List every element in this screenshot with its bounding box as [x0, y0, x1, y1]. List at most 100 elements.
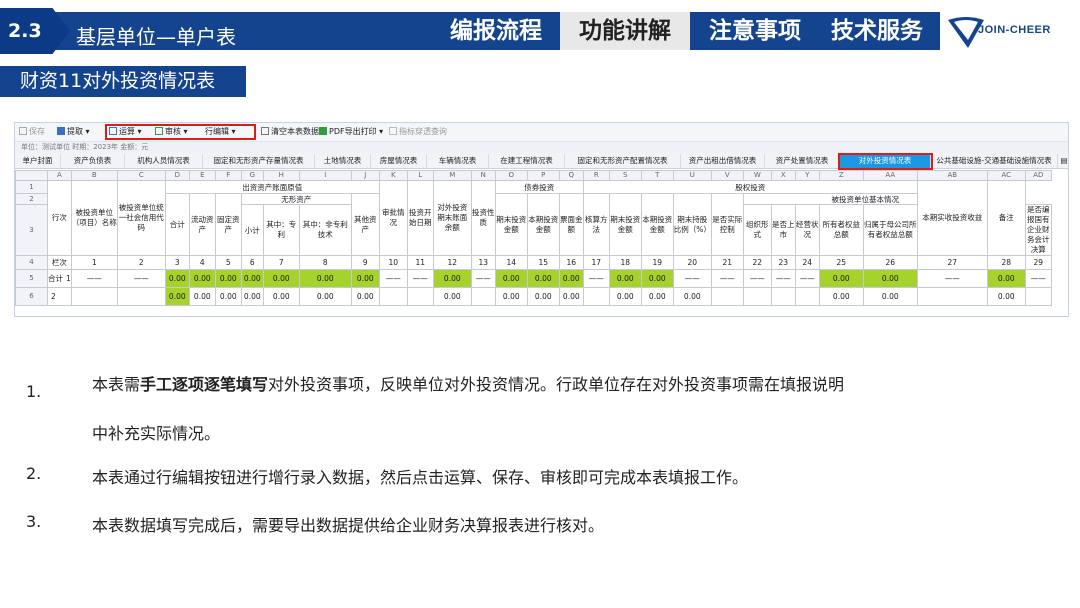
data-cell[interactable]: 0.00 [862, 287, 918, 306]
data-cell[interactable] [1024, 287, 1052, 306]
data-cell[interactable]: 0.00 [350, 269, 380, 288]
data-cell[interactable]: —— [770, 269, 796, 288]
indicator-query-button[interactable]: 指标穿透查询 [389, 126, 447, 137]
data-cell[interactable]: 0.00 [164, 287, 190, 306]
tab-vehicles[interactable]: 车辆情况表 [427, 154, 489, 168]
tab-fixed-assets[interactable]: 固定和无形资产存量情况表 [203, 154, 315, 168]
note-text: 本表需手工逐项逐笔填写对外投资事项，反映单位对外投资情况。行政单位存在对外投资事… [92, 375, 845, 394]
tab-cover[interactable]: 单户封面 [15, 154, 61, 168]
data-cell[interactable]: 0.00 [214, 269, 242, 288]
data-cell[interactable]: 0.00 [558, 269, 584, 288]
header-nature: 投资性质 [470, 180, 496, 256]
data-cell[interactable]: 0.00 [432, 269, 472, 288]
tab-housing[interactable]: 房屋情况表 [371, 154, 427, 168]
row-number: 1 [15, 180, 48, 194]
column-letter: AA [862, 170, 918, 181]
data-cell[interactable]: 0.00 [214, 287, 242, 306]
data-cell[interactable]: 0.00 [298, 269, 352, 288]
data-cell[interactable]: 0.00 [188, 287, 216, 306]
tab-public-infrastructure[interactable]: 公共基础设施-交通基础设施情况表 [931, 154, 1058, 168]
tab-asset-lease[interactable]: 资产出租出借情况表 [681, 154, 765, 168]
data-cell[interactable]: 0.00 [494, 287, 528, 306]
data-cell[interactable]: 0.00 [526, 269, 560, 288]
row-label[interactable]: 2 [47, 287, 72, 306]
column-number: 11 [406, 255, 434, 270]
column-letter: Q [558, 170, 584, 181]
data-cell[interactable] [470, 287, 496, 306]
nav-process[interactable]: 编报流程 [440, 12, 552, 50]
data-cell[interactable] [116, 287, 166, 306]
clear-table-button[interactable]: 清空本表数据 [261, 126, 319, 137]
data-cell[interactable]: —— [582, 269, 610, 288]
data-cell[interactable]: —— [710, 269, 744, 288]
data-cell[interactable]: —— [742, 269, 772, 288]
data-cell[interactable] [710, 287, 744, 306]
data-cell[interactable]: 0.00 [188, 269, 216, 288]
data-cell[interactable] [582, 287, 610, 306]
data-cell[interactable]: —— [470, 269, 496, 288]
data-cell[interactable]: —— [794, 269, 820, 288]
column-number: 21 [710, 255, 744, 270]
data-cell[interactable]: —— [916, 269, 988, 288]
pdf-export-button[interactable]: PDF导出打印 ▾ [319, 126, 383, 137]
header-debt-coupon: 票面金额 [558, 193, 584, 256]
data-cell[interactable]: 0.00 [608, 287, 642, 306]
extract-button[interactable]: 提取 ▾ [57, 126, 90, 137]
tab-asset-allocation[interactable]: 固定和无形资产配置情况表 [565, 154, 681, 168]
data-cell[interactable]: 0.00 [298, 287, 352, 306]
column-letter: F [214, 170, 242, 181]
column-letter: K [378, 170, 408, 181]
data-cell[interactable]: 0.00 [262, 269, 300, 288]
data-cell[interactable]: 0.00 [432, 287, 472, 306]
data-cell[interactable] [794, 287, 820, 306]
data-cell[interactable]: 0.00 [818, 269, 864, 288]
data-cell[interactable]: 0.00 [640, 269, 674, 288]
data-cell[interactable]: 0.00 [818, 287, 864, 306]
data-cell[interactable]: —— [116, 269, 166, 288]
data-cell[interactable]: 0.00 [240, 287, 264, 306]
data-cell[interactable] [406, 287, 434, 306]
data-cell[interactable]: —— [70, 269, 118, 288]
nav-notes[interactable]: 注意事项 [696, 12, 814, 50]
save-button[interactable]: 保存 [19, 126, 45, 137]
data-cell[interactable]: 0.00 [672, 287, 712, 306]
data-cell[interactable]: 0.00 [262, 287, 300, 306]
data-cell[interactable]: 0.00 [862, 269, 918, 288]
data-cell[interactable]: 0.00 [640, 287, 674, 306]
tab-balance-sheet[interactable]: 资产负债表 [61, 154, 125, 168]
tab-scroll-icon[interactable]: ▤ [1058, 154, 1068, 168]
column-letter: U [672, 170, 712, 181]
data-cell[interactable] [742, 287, 772, 306]
data-cell[interactable]: —— [1024, 269, 1052, 288]
nav-features[interactable]: 功能讲解 [560, 12, 690, 50]
data-cell[interactable]: 0.00 [494, 269, 528, 288]
data-cell[interactable] [916, 287, 988, 306]
data-cell[interactable]: —— [672, 269, 712, 288]
tab-land[interactable]: 土地情况表 [315, 154, 371, 168]
data-cell[interactable]: 0.00 [986, 269, 1026, 288]
header-debt-end: 期末投资金额 [494, 193, 528, 256]
column-number: 22 [742, 255, 772, 270]
note-emphasis: 手工逐项逐笔填写 [140, 375, 269, 394]
group-equity: 股权投资 [582, 180, 918, 194]
data-cell[interactable]: 0.00 [986, 287, 1026, 306]
data-cell[interactable]: 0.00 [350, 287, 380, 306]
tab-asset-disposal[interactable]: 资产处置情况表 [765, 154, 840, 168]
data-cell[interactable] [770, 287, 796, 306]
column-letter: J [350, 170, 380, 181]
tab-construction[interactable]: 在建工程情况表 [489, 154, 565, 168]
tab-staff[interactable]: 机构人员情况表 [125, 154, 203, 168]
data-cell[interactable]: 0.00 [608, 269, 642, 288]
data-cell[interactable] [378, 287, 408, 306]
data-cell[interactable]: 0.00 [526, 287, 560, 306]
data-cell[interactable]: —— [406, 269, 434, 288]
data-cell[interactable] [70, 287, 118, 306]
nav-support[interactable]: 技术服务 [818, 12, 936, 50]
row-label[interactable]: 合计 1 [47, 269, 72, 288]
data-cell[interactable]: —— [378, 269, 408, 288]
column-letter: G [240, 170, 264, 181]
data-cell[interactable]: 0.00 [164, 269, 190, 288]
data-cell[interactable]: 0.00 [240, 269, 264, 288]
data-cell[interactable]: 0.00 [558, 287, 584, 306]
column-number: 23 [770, 255, 796, 270]
